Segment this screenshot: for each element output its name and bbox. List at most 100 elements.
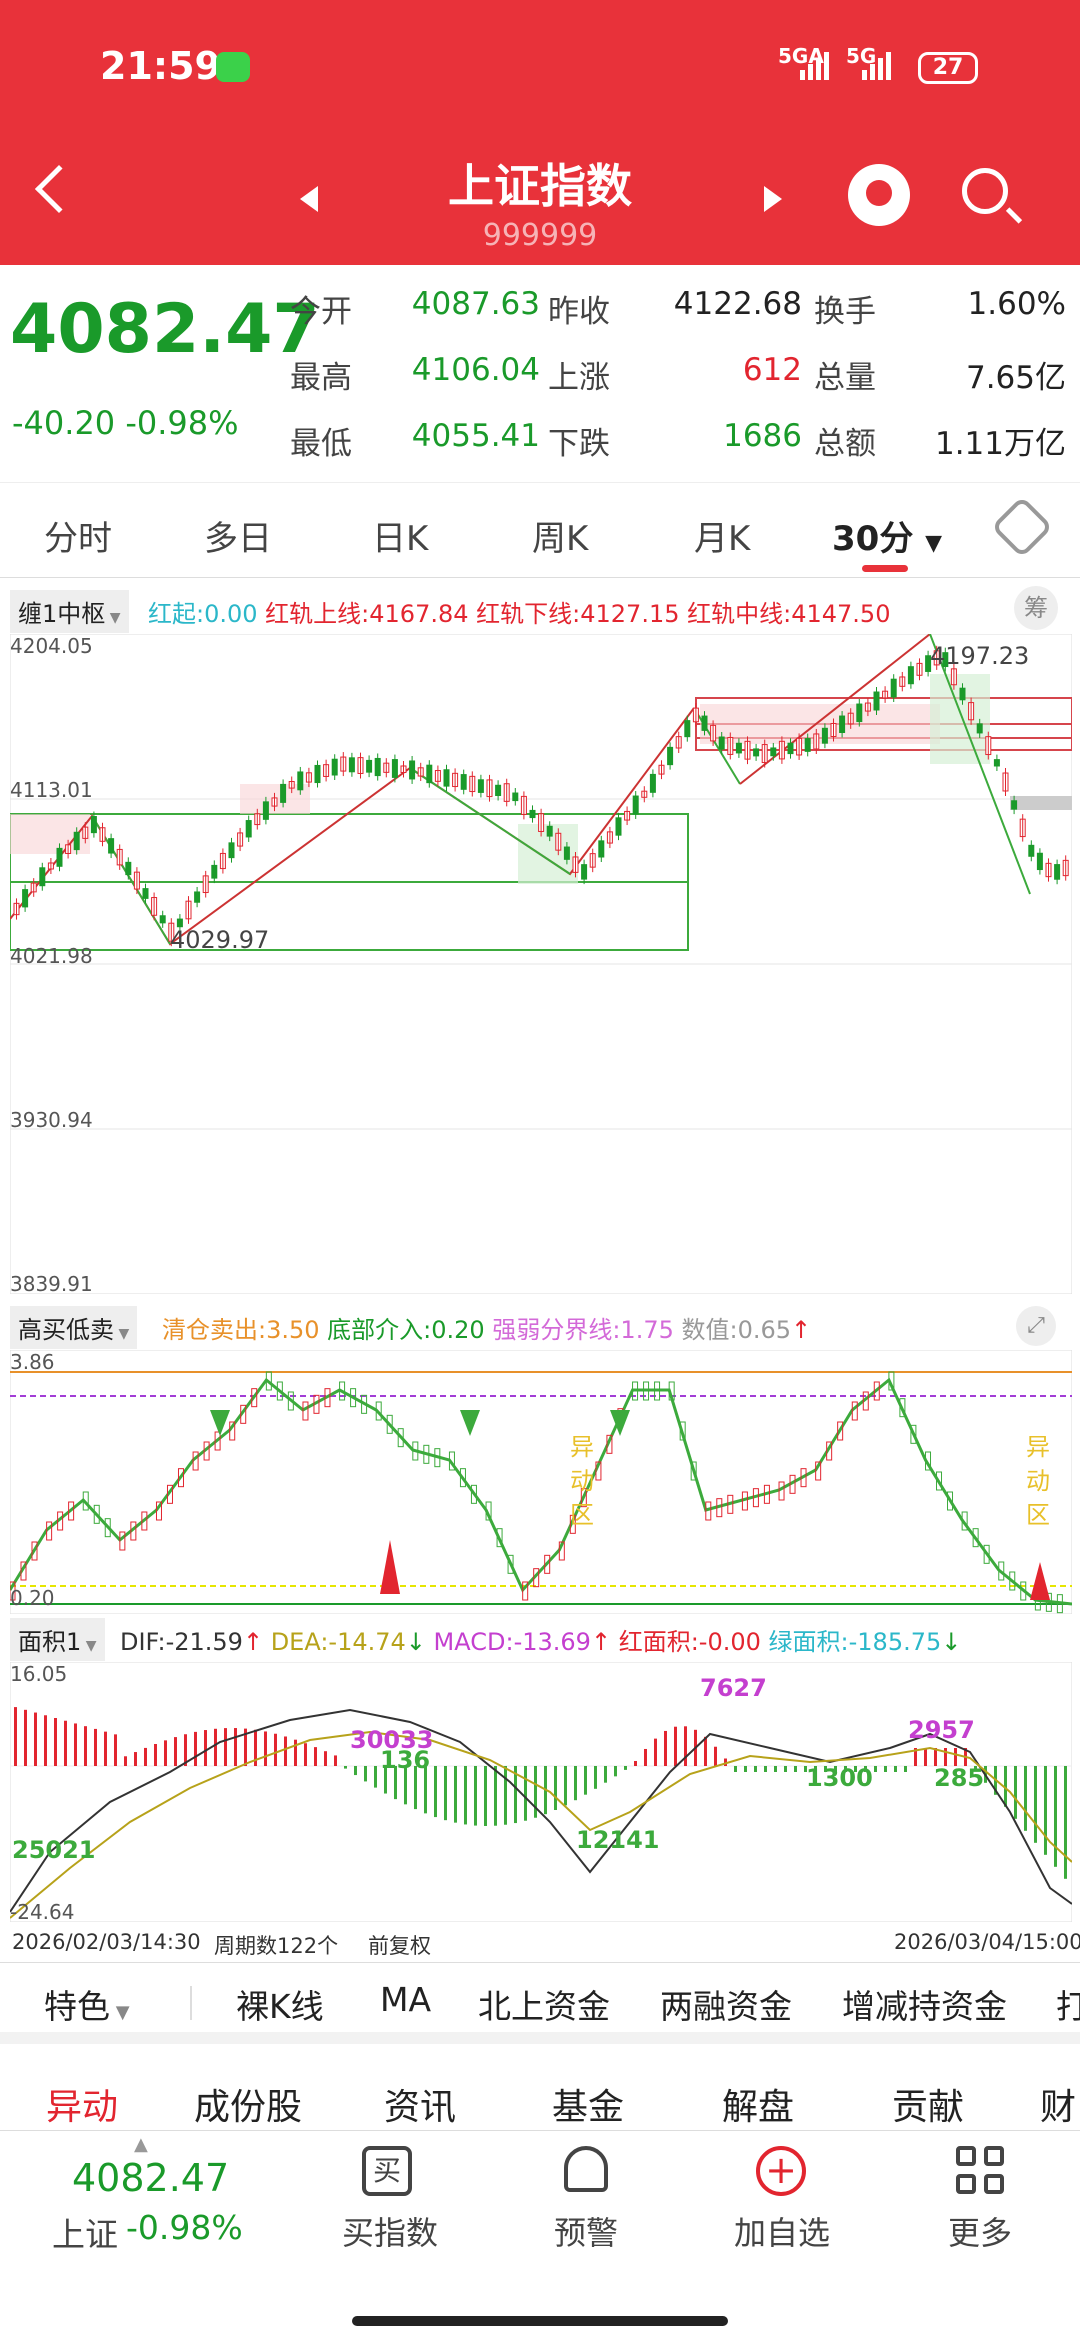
macd-bar: [1054, 1766, 1057, 1867]
buy-index-button[interactable]: 买 买指数: [336, 2142, 456, 2272]
macd-bar: [64, 1720, 67, 1766]
settings-icon[interactable]: [990, 495, 1054, 559]
macd-bar: [334, 1755, 337, 1766]
section-tab-contribution[interactable]: 贡献: [892, 2078, 964, 2130]
macd-bar: [594, 1766, 597, 1789]
indicator-bare-k[interactable]: 裸K线: [236, 1980, 324, 2028]
sub1-chart[interactable]: [10, 1350, 1072, 1614]
indicator-ma[interactable]: MA: [380, 1980, 431, 2019]
macd-bar: [874, 1766, 877, 1772]
macd-bar: [104, 1731, 107, 1766]
section-tab-news[interactable]: 资讯: [384, 2078, 456, 2130]
prev-close-value: 4122.68: [673, 286, 802, 322]
macd-bar: [924, 1748, 927, 1766]
sub1-y-bottom: 0.20: [10, 1586, 55, 1610]
main-legend: 红起:0.00 红轨上线:4167.84 红轨下线:4127.15 红轨中线:4…: [148, 594, 890, 629]
legend-red-mid: 红轨中线:4147.50: [687, 600, 891, 628]
active-tab-indicator: [862, 565, 908, 572]
macd-bar: [194, 1731, 197, 1766]
tab-monthly-k[interactable]: 月K: [694, 511, 750, 560]
macd-label-25021: 25021: [12, 1836, 96, 1864]
sub2-indicator-label: 面积1: [18, 1628, 82, 1656]
macd-bar: [474, 1766, 477, 1826]
macd-bar: [504, 1766, 507, 1825]
chip-distribution-button[interactable]: 筹: [1014, 586, 1058, 630]
legend-red-lower: 红轨下线:4127.15: [476, 600, 680, 628]
expand-icon[interactable]: ⤢: [1016, 1306, 1056, 1346]
search-icon[interactable]: [962, 168, 1008, 214]
macd-bar: [794, 1766, 797, 1772]
signal2-icon: [862, 52, 894, 86]
buy-index-label: 买指数: [341, 2214, 438, 2252]
macd-bar: [624, 1766, 627, 1770]
macd-bar: [674, 1726, 677, 1766]
alert-button[interactable]: 预警: [536, 2142, 636, 2272]
robot-icon[interactable]: [848, 164, 910, 226]
legend-red-upper: 红轨上线:4167.84: [265, 600, 469, 628]
sub1-indicator-label: 高买低卖: [18, 1316, 114, 1344]
macd-bar: [644, 1748, 647, 1766]
dropdown-icon: ▼: [114, 1326, 130, 1342]
macd-label-285: 285: [934, 1764, 985, 1792]
indicator-margin[interactable]: 两融资金: [660, 1980, 792, 2028]
fall-value: 1686: [723, 418, 802, 454]
macd-label-2957: 2957: [908, 1716, 975, 1744]
macd-bar: [94, 1728, 97, 1766]
section-tab-constituents[interactable]: 成份股: [194, 2078, 302, 2130]
section-tab-finance[interactable]: 财: [1040, 2078, 1076, 2130]
high-value: 4106.04: [411, 352, 540, 388]
macd-bar: [144, 1747, 147, 1766]
macd-bar: [704, 1736, 707, 1766]
low-point-label: 4029.97: [170, 926, 270, 954]
tab-daily-k[interactable]: 日K: [372, 511, 428, 560]
expand-up-icon[interactable]: ▲: [134, 2134, 148, 2155]
legend-sell: 清仓卖出:3.50: [162, 1316, 320, 1344]
down-arrow-icon: ↓: [941, 1628, 962, 1656]
tab-30min-label: 30分: [832, 519, 914, 559]
abnormal-zone-label-2: 异动区: [1026, 1433, 1050, 1529]
sub1-indicator-selector[interactable]: 高买低卖 ▼: [10, 1306, 138, 1349]
indicator-northbound[interactable]: 北上资金: [478, 1980, 610, 2028]
feature-dropdown[interactable]: 特色 ▼: [44, 1980, 130, 2028]
adjust-mode: 前复权: [368, 1934, 431, 1958]
main-indicator-selector[interactable]: 缠1中枢 ▼: [10, 590, 129, 633]
macd-bar: [14, 1707, 17, 1766]
back-icon[interactable]: [34, 164, 84, 214]
more-label: 更多: [947, 2214, 1012, 2252]
sub2-y-bottom: -24.64: [10, 1900, 75, 1924]
kline-chart[interactable]: [10, 634, 1072, 1294]
macd-bar: [894, 1766, 897, 1772]
macd-bar: [314, 1747, 317, 1766]
legend-green-area: 绿面积:-185.75: [768, 1628, 942, 1656]
more-button[interactable]: 更多: [930, 2142, 1030, 2272]
tab-weekly-k[interactable]: 周K: [532, 511, 588, 560]
macd-bar: [54, 1718, 57, 1766]
indicator-holdings[interactable]: 增减持资金: [842, 1980, 1007, 2028]
macd-bar: [444, 1766, 447, 1821]
macd-bar: [484, 1766, 487, 1826]
prev-index-icon[interactable]: [300, 186, 318, 212]
tab-30min[interactable]: 30分 ▼: [832, 511, 942, 560]
macd-bar: [84, 1726, 87, 1766]
sub2-indicator-selector[interactable]: 面积1 ▼: [10, 1618, 105, 1661]
macd-bar: [434, 1766, 437, 1818]
tab-intraday[interactable]: 分时: [44, 511, 112, 560]
section-tab-funds[interactable]: 基金: [552, 2078, 624, 2130]
current-price: 4082.47: [10, 290, 320, 369]
tab-multi-day[interactable]: 多日: [204, 511, 272, 560]
grid-icon: [956, 2146, 1006, 2196]
battery-icon: 27: [918, 52, 978, 84]
section-tab-abnormal[interactable]: 异动: [46, 2078, 118, 2130]
macd-bar: [734, 1766, 737, 1772]
prev-close-label: 昨收: [548, 294, 610, 330]
buy-icon: 买: [362, 2146, 412, 2196]
macd-chart[interactable]: [10, 1662, 1072, 1922]
macd-bar: [524, 1766, 527, 1821]
section-tab-analysis[interactable]: 解盘: [722, 2078, 794, 2130]
rise-label: 上涨: [548, 360, 610, 396]
legend-value: 数值:0.65: [681, 1316, 792, 1344]
indicator-more[interactable]: 打: [1056, 1980, 1080, 2028]
macd-bar: [294, 1739, 297, 1766]
add-watchlist-button[interactable]: + 加自选: [726, 2142, 838, 2272]
next-index-icon[interactable]: [764, 186, 782, 212]
